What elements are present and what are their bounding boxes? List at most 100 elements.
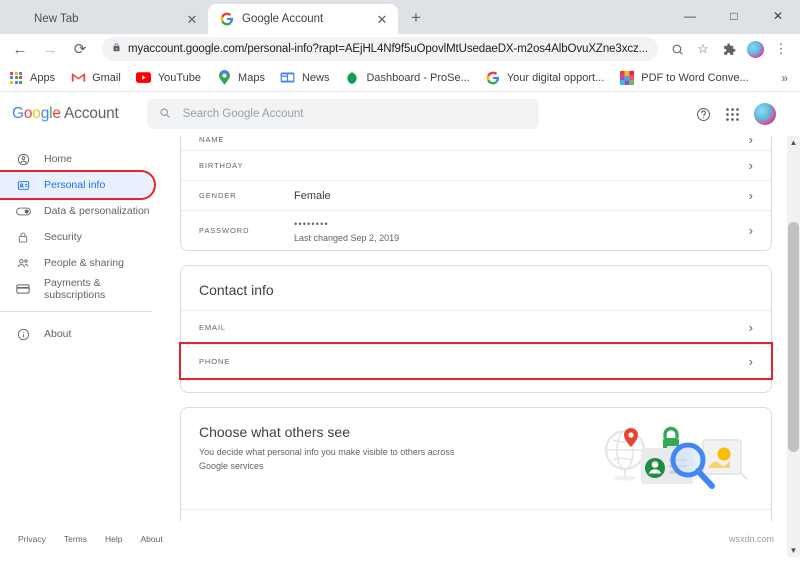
maximize-icon[interactable]: □ [712,0,756,32]
maps-pin-icon [216,70,232,86]
card-description: You decide what personal info you make v… [199,446,459,473]
browser-tab-new-tab[interactable]: New Tab ✕ [0,4,208,34]
bookmark-news[interactable]: News [280,70,330,86]
avatar[interactable] [754,103,776,125]
card-title: Contact info [181,266,771,310]
chevron-right-icon[interactable]: › [739,188,753,203]
bookmarks-bar: Apps Gmail YouTube [0,64,800,92]
sidebar-item-people-sharing[interactable]: People & sharing [0,250,162,276]
bookmark-star-icon[interactable]: ☆ [690,36,716,62]
row-value [294,356,739,368]
lock-icon [14,231,32,244]
chrome-menu-icon[interactable]: ⋮ [768,36,794,62]
basic-info-card: NAME › BIRTHDAY › GENDER Female › PASSWO… [180,136,772,251]
logo-letter: e [52,105,60,122]
search-icon[interactable] [664,36,690,62]
tab-close-icon[interactable]: ✕ [184,11,200,27]
page-body: Home Personal info [0,136,800,557]
sidebar-item-label: Security [44,231,82,243]
minimize-icon[interactable]: — [668,0,712,32]
address-bar[interactable]: myaccount.google.com/personal-info?rapt=… [102,37,658,61]
footer-link-privacy[interactable]: Privacy [18,534,46,544]
scroll-down-arrow-icon[interactable]: ▼ [789,546,798,555]
bookmark-pdf-to-word[interactable]: PDF to Word Conve... [619,70,748,86]
chevron-right-icon[interactable]: › [739,158,753,173]
header-actions [696,103,788,125]
sidebar-item-label: About [44,328,71,340]
footer-link-about[interactable]: About [141,534,163,544]
footer-link-terms[interactable]: Terms [64,534,87,544]
card-body: Choose what others see You decide what p… [181,408,771,509]
help-circle-icon[interactable] [696,107,711,122]
row-value-group: •••••••• Last changed Sep 2, 2019 [294,212,739,249]
puzzle-icon[interactable] [716,36,742,62]
sidebar-item-personal-info[interactable]: Personal info [0,172,154,198]
reload-icon[interactable]: ⟳ [66,35,94,63]
people-icon [14,257,32,270]
contact-info-card: Contact info EMAIL › PHONE › [180,265,772,393]
table-row-email[interactable]: EMAIL › [181,310,771,344]
sidebar-item-data-personalization[interactable]: Data & personalization [0,198,162,224]
page-scrollbar[interactable]: ▲ ▼ [787,136,800,557]
row-label: GENDER [199,191,294,200]
sidebar-item-home[interactable]: Home [0,146,162,172]
sidebar-item-security[interactable]: Security [0,224,162,250]
search-input[interactable]: Search Google Account [147,99,539,129]
bookmarks-overflow-icon[interactable]: » [781,71,792,85]
google-account-logo[interactable]: Google Account [12,105,119,123]
bookmark-label: Dashboard - ProSe... [366,72,469,84]
bookmark-label: Your digital opport... [507,72,604,84]
row-label: PASSWORD [199,226,294,235]
table-row-password[interactable]: PASSWORD •••••••• Last changed Sep 2, 20… [181,210,771,250]
google-g-icon [485,70,501,86]
forward-icon[interactable]: → [36,35,64,63]
chevron-right-icon[interactable]: › [739,354,753,369]
bookmark-maps[interactable]: Maps [216,70,265,86]
bookmark-label: PDF to Word Conve... [641,72,748,84]
logo-letter: g [41,105,49,122]
credit-card-icon [14,283,32,295]
sidebar-item-label: Personal info [44,179,105,191]
logo-product-name: Account [61,105,119,122]
close-window-icon[interactable]: ✕ [756,0,800,32]
lock-icon [112,42,121,56]
row-label: NAME [199,136,294,144]
pdf-converter-icon [619,70,635,86]
row-label: EMAIL [199,323,294,332]
gmail-icon [70,70,86,86]
row-value [294,322,739,334]
new-tab-button[interactable]: + [402,4,430,32]
chevron-right-icon[interactable]: › [739,223,753,238]
bookmark-youtube[interactable]: YouTube [136,70,201,86]
bookmark-dashboard[interactable]: Dashboard - ProSe... [344,70,469,86]
chevron-right-icon[interactable]: › [739,136,753,147]
logo-letter: G [12,105,24,122]
chevron-right-icon[interactable]: › [739,320,753,335]
bookmark-your-digital-opportunity[interactable]: Your digital opport... [485,70,604,86]
search-placeholder-text: Search Google Account [183,108,304,120]
bookmark-apps[interactable]: Apps [8,70,55,86]
google-news-icon [280,70,296,86]
table-row-birthday[interactable]: BIRTHDAY › [181,150,771,180]
footer-link-help[interactable]: Help [105,534,122,544]
back-icon[interactable]: ← [6,35,34,63]
table-row-phone[interactable]: PHONE › [181,344,771,378]
tab-title: Google Account [242,13,374,25]
scrollbar-thumb[interactable] [788,222,799,452]
row-value [294,136,739,145]
scroll-up-arrow-icon[interactable]: ▲ [789,138,798,147]
logo-letter: o [32,105,40,122]
row-value: Female [294,184,739,208]
google-apps-grid-icon[interactable] [725,107,740,122]
table-row-name[interactable]: NAME › [181,136,771,150]
table-row-gender[interactable]: GENDER Female › [181,180,771,210]
avatar[interactable] [742,36,768,62]
sidebar-item-payments-subscriptions[interactable]: Payments & subscriptions [0,276,162,302]
bookmark-gmail[interactable]: Gmail [70,70,121,86]
card-text: Choose what others see You decide what p… [199,424,593,495]
sidebar-item-about[interactable]: About [0,321,162,347]
tab-favicon-blank [12,12,26,26]
browser-tab-google-account[interactable]: Google Account ✕ [208,4,398,34]
tab-close-icon[interactable]: ✕ [374,11,390,27]
youtube-icon [136,70,152,86]
